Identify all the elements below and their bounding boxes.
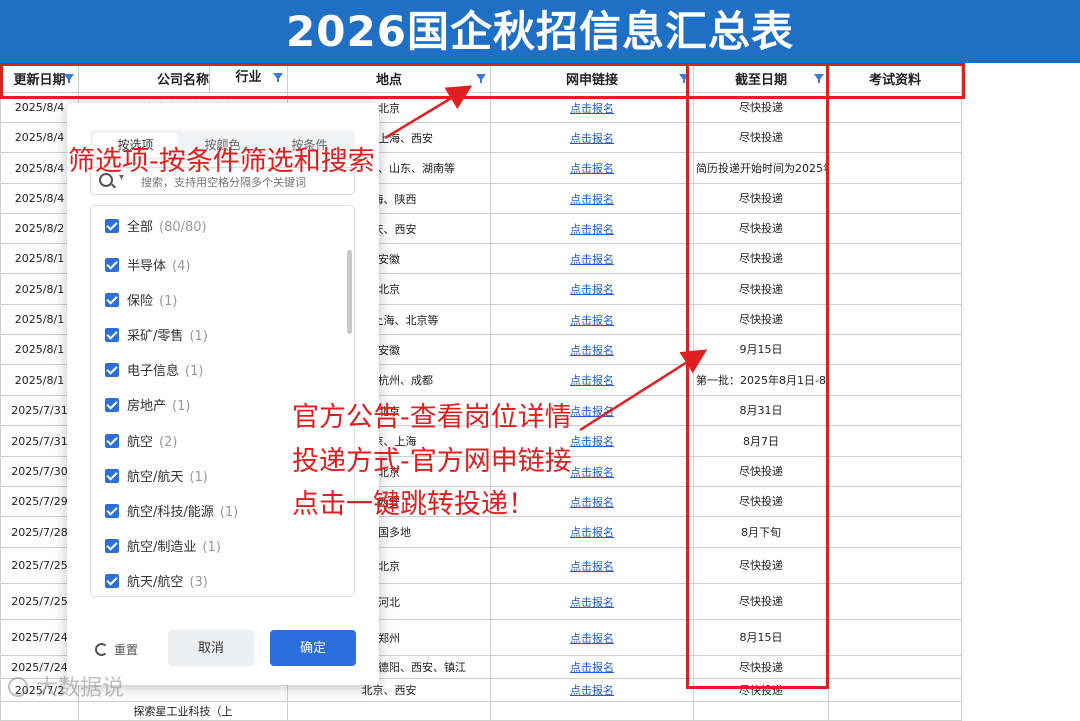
filter-option-label: 航空/航天 bbox=[127, 470, 183, 485]
cell-location bbox=[288, 702, 491, 721]
annotation-click: 点击一键跳转投递！ bbox=[292, 486, 535, 523]
filter-option-count: (1) bbox=[220, 505, 238, 520]
checkbox-checked-icon[interactable] bbox=[105, 293, 119, 307]
checkbox-checked-icon[interactable] bbox=[105, 219, 119, 233]
table-row: 探索星工业科技（上 bbox=[1, 702, 1080, 721]
filter-option-count: (80/80) bbox=[159, 220, 207, 235]
scrollbar[interactable] bbox=[347, 250, 352, 334]
filter-option[interactable]: 采矿/零售 (1) bbox=[105, 327, 208, 347]
filter-option-count: (1) bbox=[189, 470, 207, 485]
checkbox-checked-icon[interactable] bbox=[105, 258, 119, 272]
filter-option-label: 航空/科技/能源 bbox=[127, 505, 214, 520]
filter-option-count: (1) bbox=[172, 399, 190, 414]
filter-option[interactable]: 航空/制造业 (1) bbox=[105, 538, 221, 558]
confirm-button[interactable]: 确定 bbox=[270, 630, 356, 666]
filter-option-label: 电子信息 bbox=[127, 364, 179, 379]
watermark-logo-icon bbox=[8, 677, 28, 697]
checkbox-checked-icon[interactable] bbox=[105, 469, 119, 483]
filter-option-label: 航空/制造业 bbox=[127, 540, 196, 555]
annotation-apply: 投递方式-官方网申链接 bbox=[292, 443, 572, 480]
filter-option-count: (1) bbox=[202, 540, 220, 555]
checkbox-checked-icon[interactable] bbox=[105, 504, 119, 518]
filter-option[interactable]: 电子信息 (1) bbox=[105, 362, 203, 382]
checkbox-checked-icon[interactable] bbox=[105, 398, 119, 412]
filter-option-label: 保险 bbox=[127, 294, 153, 309]
cell-apply-link bbox=[491, 702, 694, 721]
filter-option-count: (2) bbox=[159, 435, 177, 450]
filter-option[interactable]: 半导体 (4) bbox=[105, 257, 190, 277]
watermark: 大数据说 bbox=[8, 670, 124, 702]
filter-option-count: (1) bbox=[159, 294, 177, 309]
filter-option[interactable]: 房地产 (1) bbox=[105, 397, 190, 417]
checkbox-checked-icon[interactable] bbox=[105, 574, 119, 588]
filter-option-label: 航天/航空 bbox=[127, 575, 183, 590]
refresh-icon bbox=[95, 643, 108, 656]
filter-option-count: (1) bbox=[189, 329, 207, 344]
filter-option-count: (1) bbox=[185, 364, 203, 379]
checkbox-checked-icon[interactable] bbox=[105, 434, 119, 448]
filter-option[interactable]: 保险 (1) bbox=[105, 292, 177, 312]
cancel-button[interactable]: 取消 bbox=[168, 630, 254, 666]
cell-date bbox=[1, 702, 79, 721]
filter-popup: 按选项 按颜色 按条件 ▾ 全部(80/80)半导体(4)保险(1)采矿/零售(… bbox=[67, 103, 379, 685]
filter-option-count: (3) bbox=[189, 575, 207, 590]
cell-exam-materials bbox=[829, 702, 962, 721]
filter-option-label: 房地产 bbox=[127, 399, 166, 414]
cell-company: 探索星工业科技（上 bbox=[79, 702, 288, 721]
reset-button[interactable]: 重置 bbox=[95, 641, 138, 658]
annotation-filter: 筛选项-按条件筛选和搜索 bbox=[68, 143, 375, 180]
checkbox-checked-icon[interactable] bbox=[105, 539, 119, 553]
filter-option[interactable]: 航空/航天 (1) bbox=[105, 468, 208, 488]
filter-option-label: 半导体 bbox=[127, 259, 166, 274]
checkbox-checked-icon[interactable] bbox=[105, 363, 119, 377]
filter-option[interactable]: 航天/航空 (3) bbox=[105, 573, 208, 593]
filter-option[interactable]: 航空/科技/能源 (1) bbox=[105, 503, 238, 523]
filter-option-label: 航空 bbox=[127, 435, 153, 450]
filter-option[interactable]: 全部 (80/80) bbox=[105, 218, 207, 238]
checkbox-checked-icon[interactable] bbox=[105, 328, 119, 342]
filter-option[interactable]: 航空 (2) bbox=[105, 433, 177, 453]
filter-option-label: 全部 bbox=[127, 220, 153, 235]
annotation-notice: 官方公告-查看岗位详情 bbox=[292, 399, 572, 436]
cell-deadline bbox=[694, 702, 829, 721]
filter-option-count: (4) bbox=[172, 259, 190, 274]
filter-option-label: 采矿/零售 bbox=[127, 329, 183, 344]
